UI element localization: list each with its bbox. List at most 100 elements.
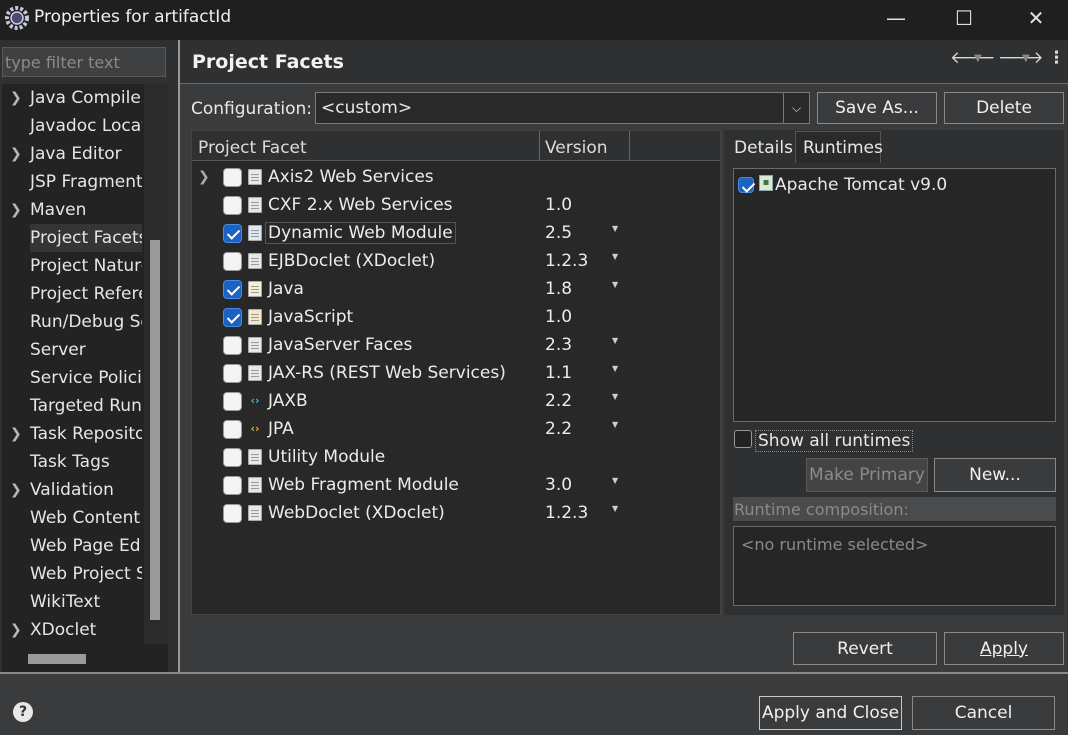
back-arrow-icon[interactable]: 🡐 — [950, 48, 996, 68]
version-dropdown-icon[interactable]: ▼ — [612, 476, 618, 485]
tree-item[interactable]: Project Natures — [2, 252, 142, 280]
facet-checkbox[interactable] — [223, 448, 242, 467]
facet-version[interactable]: 2.3 — [545, 335, 572, 355]
facet-checkbox[interactable] — [223, 224, 242, 243]
runtime-checkbox[interactable] — [738, 177, 754, 193]
tab-details[interactable]: Details — [726, 133, 793, 163]
tree-item[interactable]: ❯ Task Repository — [2, 420, 142, 448]
facet-checkbox[interactable] — [223, 504, 242, 523]
forward-history-dropdown-icon[interactable]: ▼ — [1022, 53, 1030, 64]
tree-item[interactable]: Project Facets — [2, 224, 142, 252]
runtime-name[interactable]: Apache Tomcat v9.0 — [775, 175, 947, 195]
maximize-icon[interactable]: ☐ — [934, 0, 994, 36]
facet-checkbox[interactable] — [223, 308, 242, 327]
facet-version[interactable]: 1.0 — [545, 195, 572, 215]
chevron-right-icon[interactable]: ❯ — [10, 84, 24, 112]
tree-item[interactable]: Server — [2, 336, 142, 364]
back-history-dropdown-icon[interactable]: ▼ — [974, 53, 982, 64]
facet-version[interactable]: 1.8 — [545, 279, 572, 299]
tree-vertical-scroll-thumb[interactable] — [150, 240, 160, 620]
apply-button[interactable]: Apply — [944, 632, 1064, 665]
facet-row[interactable]: WebDoclet (XDoclet) 1.2.3 ▼ — [192, 500, 720, 528]
minimize-icon[interactable]: — — [866, 0, 926, 36]
facet-row[interactable]: JAX-RS (REST Web Services) 1.1 ▼ — [192, 360, 720, 388]
version-dropdown-icon[interactable]: ▼ — [612, 336, 618, 345]
facet-checkbox[interactable] — [223, 168, 242, 187]
chevron-right-icon[interactable]: ❯ — [10, 476, 24, 504]
facet-version[interactable]: 2.5 — [545, 223, 572, 243]
facet-row[interactable]: JavaServer Faces 2.3 ▼ — [192, 332, 720, 360]
version-dropdown-icon[interactable]: ▼ — [612, 364, 618, 373]
new-runtime-button[interactable]: New... — [934, 458, 1056, 492]
chevron-right-icon[interactable]: ❯ — [10, 140, 24, 168]
facet-checkbox[interactable] — [223, 252, 242, 271]
facet-row[interactable]: CXF 2.x Web Services 1.0 — [192, 192, 720, 220]
forward-arrow-icon[interactable]: 🡒 — [998, 48, 1044, 68]
show-all-runtimes-checkbox[interactable] — [734, 430, 752, 448]
tree-item[interactable]: WikiText — [2, 588, 142, 616]
facet-version[interactable]: 1.2.3 — [545, 503, 588, 523]
tree-item[interactable]: Web Page Editor — [2, 532, 142, 560]
chevron-right-icon[interactable]: ❯ — [10, 420, 24, 448]
tree-item[interactable]: ❯ Maven — [2, 196, 142, 224]
facet-row[interactable]: ❯ Axis2 Web Services — [192, 164, 720, 192]
facet-checkbox[interactable] — [223, 196, 242, 215]
facet-row[interactable]: Dynamic Web Module 2.5 ▼ — [192, 220, 720, 248]
tab-runtimes[interactable]: Runtimes — [795, 131, 883, 163]
tree-item[interactable]: Web Content Settings — [2, 504, 142, 532]
panel-divider[interactable] — [178, 40, 180, 672]
facet-version[interactable]: 1.1 — [545, 363, 572, 383]
facet-row[interactable]: EJBDoclet (XDoclet) 1.2.3 ▼ — [192, 248, 720, 276]
facet-checkbox[interactable] — [223, 392, 242, 411]
facet-checkbox[interactable] — [223, 280, 242, 299]
tree-item[interactable]: ❯ Java Editor — [2, 140, 142, 168]
facet-version[interactable]: 3.0 — [545, 475, 572, 495]
facet-version[interactable]: 2.2 — [545, 391, 572, 411]
column-separator[interactable] — [629, 131, 630, 161]
facet-version[interactable]: 1.2.3 — [545, 251, 588, 271]
tree-item[interactable]: Javadoc Location — [2, 112, 142, 140]
tree-item[interactable]: JSP Fragment — [2, 168, 142, 196]
tree-item[interactable]: ❯ Java Compiler — [2, 84, 142, 112]
view-menu-icon[interactable]: ⋮ — [1048, 48, 1065, 68]
facet-row[interactable]: ‹› JPA 2.2 ▼ — [192, 416, 720, 444]
tree-horizontal-scroll-thumb[interactable] — [28, 654, 86, 664]
facet-version[interactable]: 2.2 — [545, 419, 572, 439]
facet-row[interactable]: Utility Module — [192, 444, 720, 472]
column-header-project-facet[interactable]: Project Facet — [198, 138, 307, 158]
version-dropdown-icon[interactable]: ▼ — [612, 252, 618, 261]
chevron-right-icon[interactable]: ❯ — [10, 196, 24, 224]
column-separator[interactable] — [539, 131, 540, 161]
chevron-right-icon[interactable]: ❯ — [198, 169, 210, 185]
make-primary-button[interactable]: Make Primary — [806, 458, 928, 492]
close-icon[interactable]: ✕ — [1006, 0, 1066, 36]
tree-item[interactable]: Web Project Settings — [2, 560, 142, 588]
facet-checkbox[interactable] — [223, 420, 242, 439]
version-dropdown-icon[interactable]: ▼ — [612, 420, 618, 429]
version-dropdown-icon[interactable]: ▼ — [612, 280, 618, 289]
filter-input[interactable] — [2, 47, 166, 77]
apply-and-close-button[interactable]: Apply and Close — [759, 696, 902, 730]
tree-item[interactable]: ❯ XDoclet — [2, 616, 142, 644]
help-icon[interactable]: ? — [13, 702, 33, 722]
tree-item[interactable]: Task Tags — [2, 448, 142, 476]
facet-row[interactable]: Java 1.8 ▼ — [192, 276, 720, 304]
cancel-button[interactable]: Cancel — [912, 696, 1055, 730]
facet-version[interactable]: 1.0 — [545, 307, 572, 327]
facet-row[interactable]: Web Fragment Module 3.0 ▼ — [192, 472, 720, 500]
delete-button[interactable]: Delete — [944, 92, 1064, 124]
version-dropdown-icon[interactable]: ▼ — [612, 224, 618, 233]
tree-item[interactable]: Run/Debug Settings — [2, 308, 142, 336]
chevron-down-icon[interactable]: ⌵ — [783, 93, 809, 123]
revert-button[interactable]: Revert — [793, 632, 937, 665]
chevron-right-icon[interactable]: ❯ — [10, 616, 24, 644]
facet-row[interactable]: ‹› JAXB 2.2 ▼ — [192, 388, 720, 416]
tree-item[interactable]: Targeted Runtimes — [2, 392, 142, 420]
facet-checkbox[interactable] — [223, 476, 242, 495]
facet-checkbox[interactable] — [223, 364, 242, 383]
save-as-button[interactable]: Save As... — [817, 92, 937, 124]
tree-item[interactable]: Project References — [2, 280, 142, 308]
version-dropdown-icon[interactable]: ▼ — [612, 504, 618, 513]
facet-checkbox[interactable] — [223, 336, 242, 355]
show-all-runtimes-label[interactable]: Show all runtimes — [754, 430, 914, 452]
